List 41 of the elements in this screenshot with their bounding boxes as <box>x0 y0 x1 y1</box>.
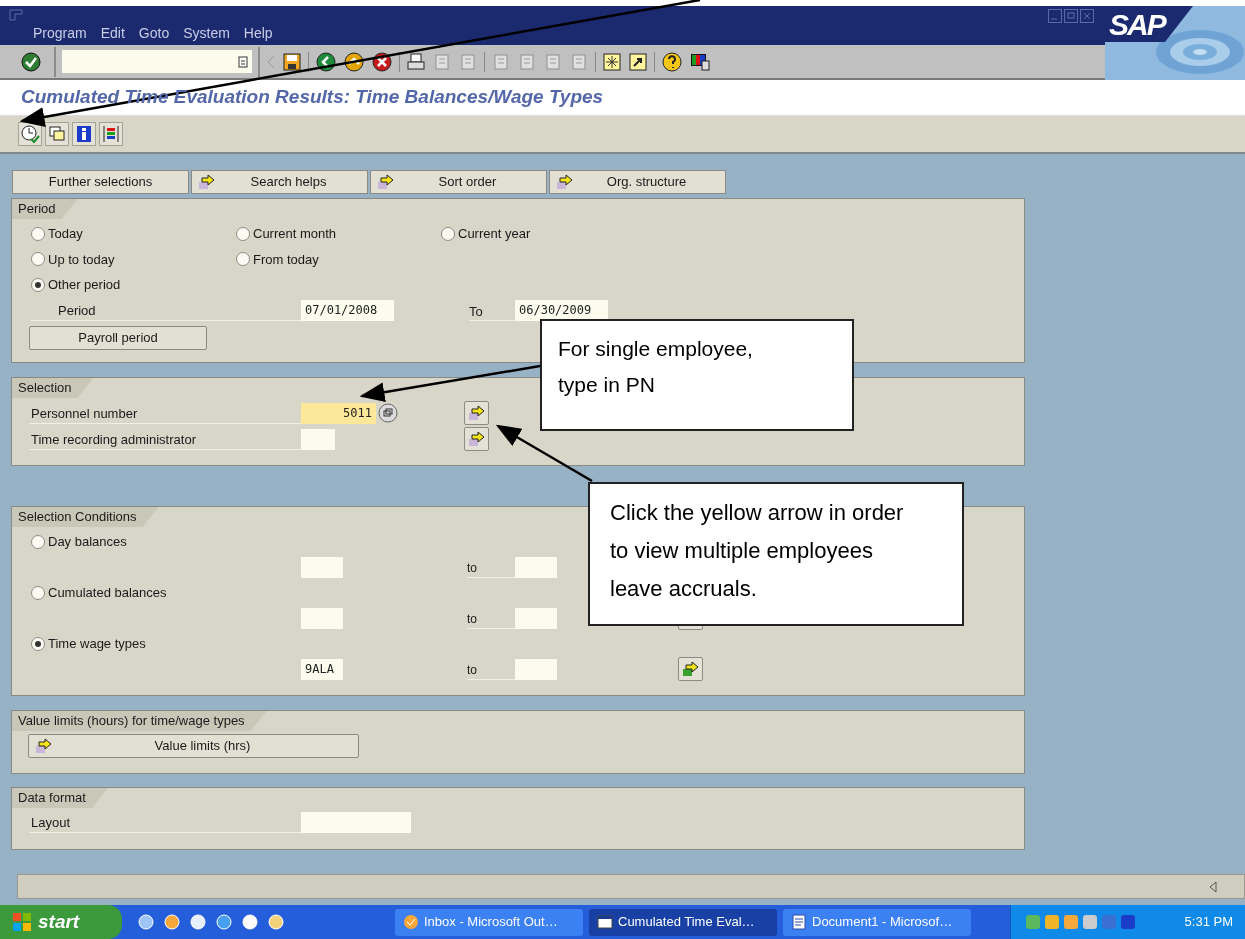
taskbar-button[interactable]: Document1 - Microsof… <box>783 908 971 936</box>
group-title: Selection Conditions <box>12 507 159 527</box>
group-title: Value limits (hours) for time/wage types <box>12 711 267 731</box>
radio-label: Today <box>48 225 83 243</box>
radio-label: From today <box>253 250 319 269</box>
input-field[interactable]: 5011 <box>301 402 376 424</box>
field-label: Period <box>31 299 301 321</box>
start-button[interactable]: start <box>0 905 122 939</box>
clock: 5:31 PM <box>1184 913 1233 932</box>
menu-item[interactable]: Help <box>243 24 273 42</box>
menu-item[interactable]: Program <box>33 24 87 42</box>
taskbar-button[interactable]: Inbox - Microsoft Out… <box>395 908 583 936</box>
value-limits-button[interactable]: Value limits (hrs) <box>28 734 359 758</box>
group-title: Period <box>12 199 78 219</box>
group-title: Selection <box>12 378 94 398</box>
group-title: Data format <box>12 788 108 808</box>
date-field[interactable]: 06/30/2009 <box>515 299 608 321</box>
input-field[interactable]: 9ALA <box>301 658 343 680</box>
field-label: Layout <box>29 811 301 833</box>
radio-label: Current month <box>253 225 337 243</box>
radio-label: Up to today <box>48 250 115 269</box>
date-field[interactable]: 07/01/2008 <box>301 299 394 321</box>
taskbar-button[interactable]: Cumulated Time Eval… <box>589 908 777 936</box>
callout-text: Click the yellow arrow in order to view multiple employees leave accruals. <box>610 499 905 603</box>
callout-text: For single employee, type in PN <box>558 336 754 398</box>
radio-label: Cumulated balances <box>48 584 167 602</box>
radio-label: Current year <box>458 225 531 243</box>
payroll-period-button[interactable]: Payroll period <box>29 325 207 350</box>
tab-button[interactable]: Org. structure <box>549 170 726 194</box>
radio-label: Day balances <box>48 533 127 551</box>
field-label: Time recording administrator <box>29 428 301 450</box>
menu-item[interactable]: System <box>183 24 230 42</box>
menu-item[interactable]: Goto <box>138 24 170 42</box>
logo: SAP <box>1105 6 1245 80</box>
radio-label: Other period <box>48 276 121 294</box>
tab-button[interactable]: Further selections <box>12 170 189 194</box>
tab-button[interactable]: Search helps <box>191 170 368 194</box>
field-label: Personnel number <box>29 402 301 424</box>
menu-item[interactable]: Edit <box>100 24 125 42</box>
tab-button[interactable]: Sort order <box>370 170 547 194</box>
radio-label: Time wage types <box>48 635 146 653</box>
